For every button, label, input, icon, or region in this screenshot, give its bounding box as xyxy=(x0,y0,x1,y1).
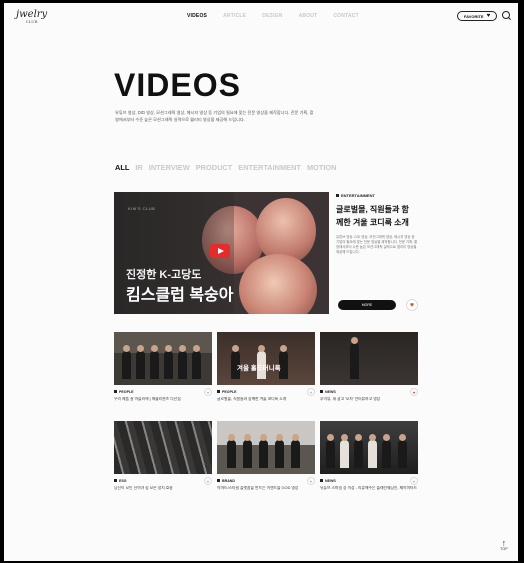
card-title[interactable]: 당신이 모인 신이야 힘 모은 정치 효용 xyxy=(114,486,212,491)
heart-icon: ♥ xyxy=(486,13,491,19)
card-title[interactable]: 유튜브 스마일 승 이상 - 리뷰해주는 플래턴웨딩인, 제이미터드 비교와 맥… xyxy=(320,486,418,491)
video-thumbnail[interactable] xyxy=(320,332,418,385)
person-figure xyxy=(227,434,236,468)
arrow-up-icon: ↑ xyxy=(501,538,507,548)
thumbnail-brand: KIM'S CLUB xyxy=(128,206,156,211)
video-thumbnail[interactable] xyxy=(114,332,212,385)
card-category: PEOPLE xyxy=(114,390,134,394)
favorite-label: FAVORITE xyxy=(463,13,484,19)
person-figure xyxy=(340,434,349,468)
card-category: ESG xyxy=(114,479,127,483)
card-meta: NEWS ♥ xyxy=(320,388,418,396)
card-category: NEWS xyxy=(320,390,336,394)
person-figure xyxy=(382,434,391,468)
person-figure xyxy=(192,345,201,379)
person-figure xyxy=(398,434,407,468)
person-figure xyxy=(291,434,300,468)
top-label: TOP xyxy=(500,547,508,551)
tab-entertainment[interactable]: ENTERTAINMENT xyxy=(238,163,301,172)
nav-item-videos[interactable]: VIDEOS xyxy=(187,13,207,19)
video-card[interactable]: ESG ♥ 당신이 모인 신이야 힘 모은 정치 효용 xyxy=(114,421,212,491)
tab-interview[interactable]: INTERVIEW xyxy=(149,163,190,172)
video-card[interactable]: 겨울 홀드머니룩 PEOPLE ♥ 글로벌몰, 직원들과 함께한 겨울 코디룩 … xyxy=(217,332,315,402)
person-figure xyxy=(326,434,335,468)
person-figure xyxy=(275,434,284,468)
heart-icon[interactable]: ♥ xyxy=(406,299,418,311)
video-card[interactable]: NEWS ♥ 루이뷰, 새 광고 '모자' 인터뷰하고 영상 xyxy=(320,332,418,402)
page: jwelry CLUB VIDEOS ARTICLE DESIGN ABOUT … xyxy=(4,3,518,561)
card-category: NEWS xyxy=(320,479,336,483)
tab-motion[interactable]: MOTION xyxy=(307,163,337,172)
video-card[interactable]: PEOPLE ♥ 우리 제품 잘 아뜰리에 | 애슐리퀸즈 다산점 xyxy=(114,332,212,402)
heart-icon[interactable]: ♥ xyxy=(307,477,315,485)
video-thumbnail[interactable]: 겨울 홀드머니룩 xyxy=(217,332,315,385)
person-figure xyxy=(259,434,268,468)
card-meta: PEOPLE ♥ xyxy=(114,388,212,396)
video-thumbnail[interactable] xyxy=(217,421,315,474)
video-card[interactable]: NEWS ♥ 유튜브 스마일 승 이상 - 리뷰해주는 플래턴웨딩인, 제이미터… xyxy=(320,421,418,491)
nav-item-design[interactable]: DESIGN xyxy=(262,13,282,19)
heart-icon[interactable]: ♥ xyxy=(410,477,418,485)
person-figure xyxy=(354,434,363,468)
card-meta: ESG ♥ xyxy=(114,477,212,485)
nav-item-contact[interactable]: CONTACT xyxy=(333,13,358,19)
featured-caption-line2: 킴스클럽 복숭아 xyxy=(126,287,234,304)
featured-video-thumbnail[interactable]: KIM'S CLUB 진정한 K-고당도 킴스클럽 복숭아 xyxy=(114,192,329,314)
card-title[interactable]: 우리 제품 잘 아뜰리에 | 애슐리퀸즈 다산점 xyxy=(114,397,212,402)
play-icon[interactable] xyxy=(210,244,230,258)
person-figure xyxy=(350,337,359,379)
search-icon[interactable] xyxy=(502,11,510,19)
heart-icon[interactable]: ♥ xyxy=(307,388,315,396)
back-to-top-button[interactable]: ↑ TOP xyxy=(500,538,508,552)
nav-item-about[interactable]: ABOUT xyxy=(299,13,318,19)
thumbnail-overlay-text: 겨울 홀드머니룩 xyxy=(237,365,281,372)
heart-icon[interactable]: ♥ xyxy=(204,388,212,396)
tab-product[interactable]: PRODUCT xyxy=(196,163,233,172)
card-title[interactable]: 이마트/스타필 플랫폼을 만드는 이랜드몰 GOD 영상 xyxy=(217,486,315,491)
video-thumbnail[interactable] xyxy=(320,421,418,474)
card-meta: PEOPLE ♥ xyxy=(217,388,315,396)
card-category: BRAND xyxy=(217,479,235,483)
main-nav: VIDEOS ARTICLE DESIGN ABOUT CONTACT xyxy=(187,13,359,19)
person-figure xyxy=(243,434,252,468)
nav-item-article[interactable]: ARTICLE xyxy=(223,13,246,19)
video-thumbnail[interactable] xyxy=(114,421,212,474)
more-button[interactable]: MORE xyxy=(338,300,396,310)
tab-all[interactable]: ALL xyxy=(115,163,129,172)
person-figure xyxy=(136,345,145,379)
favorite-button[interactable]: FAVORITE ♥ xyxy=(457,11,497,21)
card-meta: NEWS ♥ xyxy=(320,477,418,485)
person-figure xyxy=(164,345,173,379)
card-title[interactable]: 글로벌몰, 직원들과 함께한 겨울 코디룩 소개 xyxy=(217,397,315,402)
filter-tabs: ALL IR INTERVIEW PRODUCT ENTERTAINMENT M… xyxy=(115,163,337,172)
logo[interactable]: jwelry CLUB xyxy=(16,10,47,24)
tab-ir[interactable]: IR xyxy=(135,163,142,172)
card-title[interactable]: 루이뷰, 새 광고 '모자' 인터뷰하고 영상 xyxy=(320,397,418,402)
featured-title[interactable]: 글로벌몰, 직원들과 함께한 겨울 코디룩 소개 xyxy=(336,203,414,229)
person-figure xyxy=(368,434,377,468)
page-title: VIDEOS xyxy=(114,67,241,103)
featured-description: 유튜브 영상, DID 영상, 모션그래픽 영상, 메시지 영상 등 기업의 필… xyxy=(336,235,418,254)
person-figure xyxy=(122,345,131,379)
person-figure xyxy=(178,345,187,379)
heart-icon[interactable]: ♥ xyxy=(204,477,212,485)
heart-icon[interactable]: ♥ xyxy=(410,388,418,396)
card-meta: BRAND ♥ xyxy=(217,477,315,485)
featured-category: ENTERTAINMENT xyxy=(336,193,375,198)
logo-subtext: CLUB xyxy=(25,19,38,24)
person-figure xyxy=(150,345,159,379)
card-category: PEOPLE xyxy=(217,390,237,394)
peach-image xyxy=(239,254,317,314)
page-description: 유튜브 영상, DID 영상, 모션그래픽 영상, 메시지 영상 등 기업의 필… xyxy=(115,110,314,122)
featured-caption-line1: 진정한 K-고당도 xyxy=(126,269,202,281)
video-card[interactable]: BRAND ♥ 이마트/스타필 플랫폼을 만드는 이랜드몰 GOD 영상 xyxy=(217,421,315,491)
